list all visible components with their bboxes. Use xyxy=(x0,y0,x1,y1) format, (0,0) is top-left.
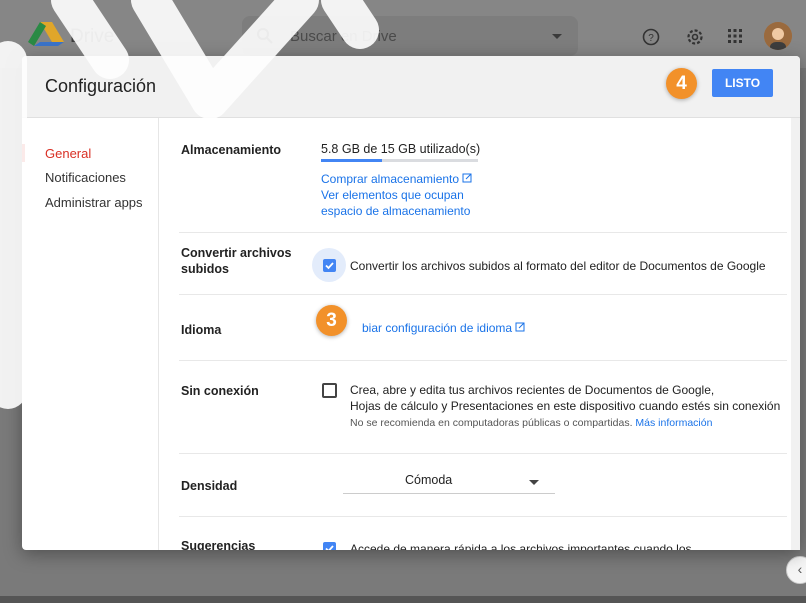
storage-usage: 5.8 GB de 15 GB utilizado(s) xyxy=(321,142,481,156)
apps-grid-icon[interactable] xyxy=(727,28,743,44)
avatar[interactable] xyxy=(764,22,792,50)
storage-progress-fill xyxy=(321,159,382,162)
avatar-image xyxy=(764,22,792,50)
bottom-strip xyxy=(0,596,806,603)
buy-storage-text: Comprar almacenamiento xyxy=(321,172,460,186)
offline-checkbox[interactable] xyxy=(322,383,337,398)
storage-progress xyxy=(321,159,478,162)
settings-icon[interactable] xyxy=(686,28,704,46)
active-indicator xyxy=(22,144,25,162)
divider xyxy=(179,360,787,361)
sidebar-item-general[interactable]: General xyxy=(45,146,91,161)
divider xyxy=(179,232,787,233)
suggestions-text: Accede de manera rápida a los archivos i… xyxy=(350,542,692,550)
convert-label-line1: Convertir archivos xyxy=(181,246,292,260)
callout-step-4: 4 xyxy=(666,68,697,99)
drive-logo-icon xyxy=(28,22,64,46)
convert-label-line2: subidos xyxy=(181,262,229,276)
offline-note-text: No se recomienda en computadoras pública… xyxy=(350,417,633,429)
offline-line1: Crea, abre y edita tus archivos reciente… xyxy=(350,383,715,397)
callout-step-3: 3 xyxy=(316,305,347,336)
external-link-icon xyxy=(515,322,525,332)
search-input[interactable]: Buscar en Drive xyxy=(242,16,578,56)
check-icon xyxy=(325,262,334,270)
sidebar-item-manage-apps[interactable]: Administrar apps xyxy=(45,195,143,210)
language-link-text: biar configuración de idioma xyxy=(362,321,513,335)
svg-text:?: ? xyxy=(648,33,654,44)
search-placeholder: Buscar en Drive xyxy=(290,28,397,45)
view-items-line1: Ver elementos que ocupan xyxy=(321,188,464,202)
side-panel-toggle[interactable]: ‹ xyxy=(786,556,806,584)
divider xyxy=(179,516,787,517)
divider xyxy=(179,453,787,454)
offline-note: No se recomienda en computadoras pública… xyxy=(350,417,712,429)
dialog-header: Configuración LISTO 4 xyxy=(22,56,800,118)
search-options-icon[interactable] xyxy=(552,34,562,39)
language-settings-link[interactable]: biar configuración de idioma xyxy=(362,320,525,336)
offline-label: Sin conexión xyxy=(181,384,259,398)
density-value: Cómoda xyxy=(405,473,453,487)
app-name: Drive xyxy=(70,26,115,47)
convert-text: Convertir los archivos subidos al format… xyxy=(350,259,766,273)
settings-dialog: Configuración LISTO 4 General Notificaci… xyxy=(22,56,800,550)
done-button[interactable]: LISTO xyxy=(712,69,773,97)
density-label: Densidad xyxy=(181,479,238,493)
chevron-down-icon xyxy=(529,480,539,485)
dialog-scrollbar[interactable] xyxy=(791,118,800,550)
settings-content: Almacenamiento 5.8 GB de 15 GB utilizado… xyxy=(159,118,800,550)
suggestions-label: Sugerencias xyxy=(181,539,256,550)
language-label: Idioma xyxy=(181,323,222,337)
view-items-line2: espacio de almacenamiento xyxy=(321,204,471,218)
view-items-link[interactable]: Ver elementos que ocupan espacio de alma… xyxy=(321,187,470,219)
settings-sidebar: General Notificaciones Administrar apps xyxy=(22,118,159,550)
more-info-link[interactable]: Más información xyxy=(635,417,712,429)
divider xyxy=(179,294,787,295)
offline-line2: Hojas de cálculo y Presentaciones en est… xyxy=(350,399,781,413)
density-select[interactable]: Cómoda xyxy=(343,469,555,494)
storage-label: Almacenamiento xyxy=(181,143,282,157)
dialog-title: Configuración xyxy=(45,76,157,96)
external-link-icon xyxy=(462,173,472,183)
buy-storage-link[interactable]: Comprar almacenamiento xyxy=(321,171,472,187)
convert-label: Convertir archivos subidos xyxy=(181,245,291,277)
suggestions-checkbox[interactable] xyxy=(323,542,336,550)
convert-checkbox[interactable] xyxy=(323,259,336,272)
check-icon xyxy=(325,545,334,550)
sidebar-item-notifications[interactable]: Notificaciones xyxy=(45,170,126,185)
search-icon xyxy=(257,28,273,44)
help-icon[interactable]: ? xyxy=(642,28,660,46)
